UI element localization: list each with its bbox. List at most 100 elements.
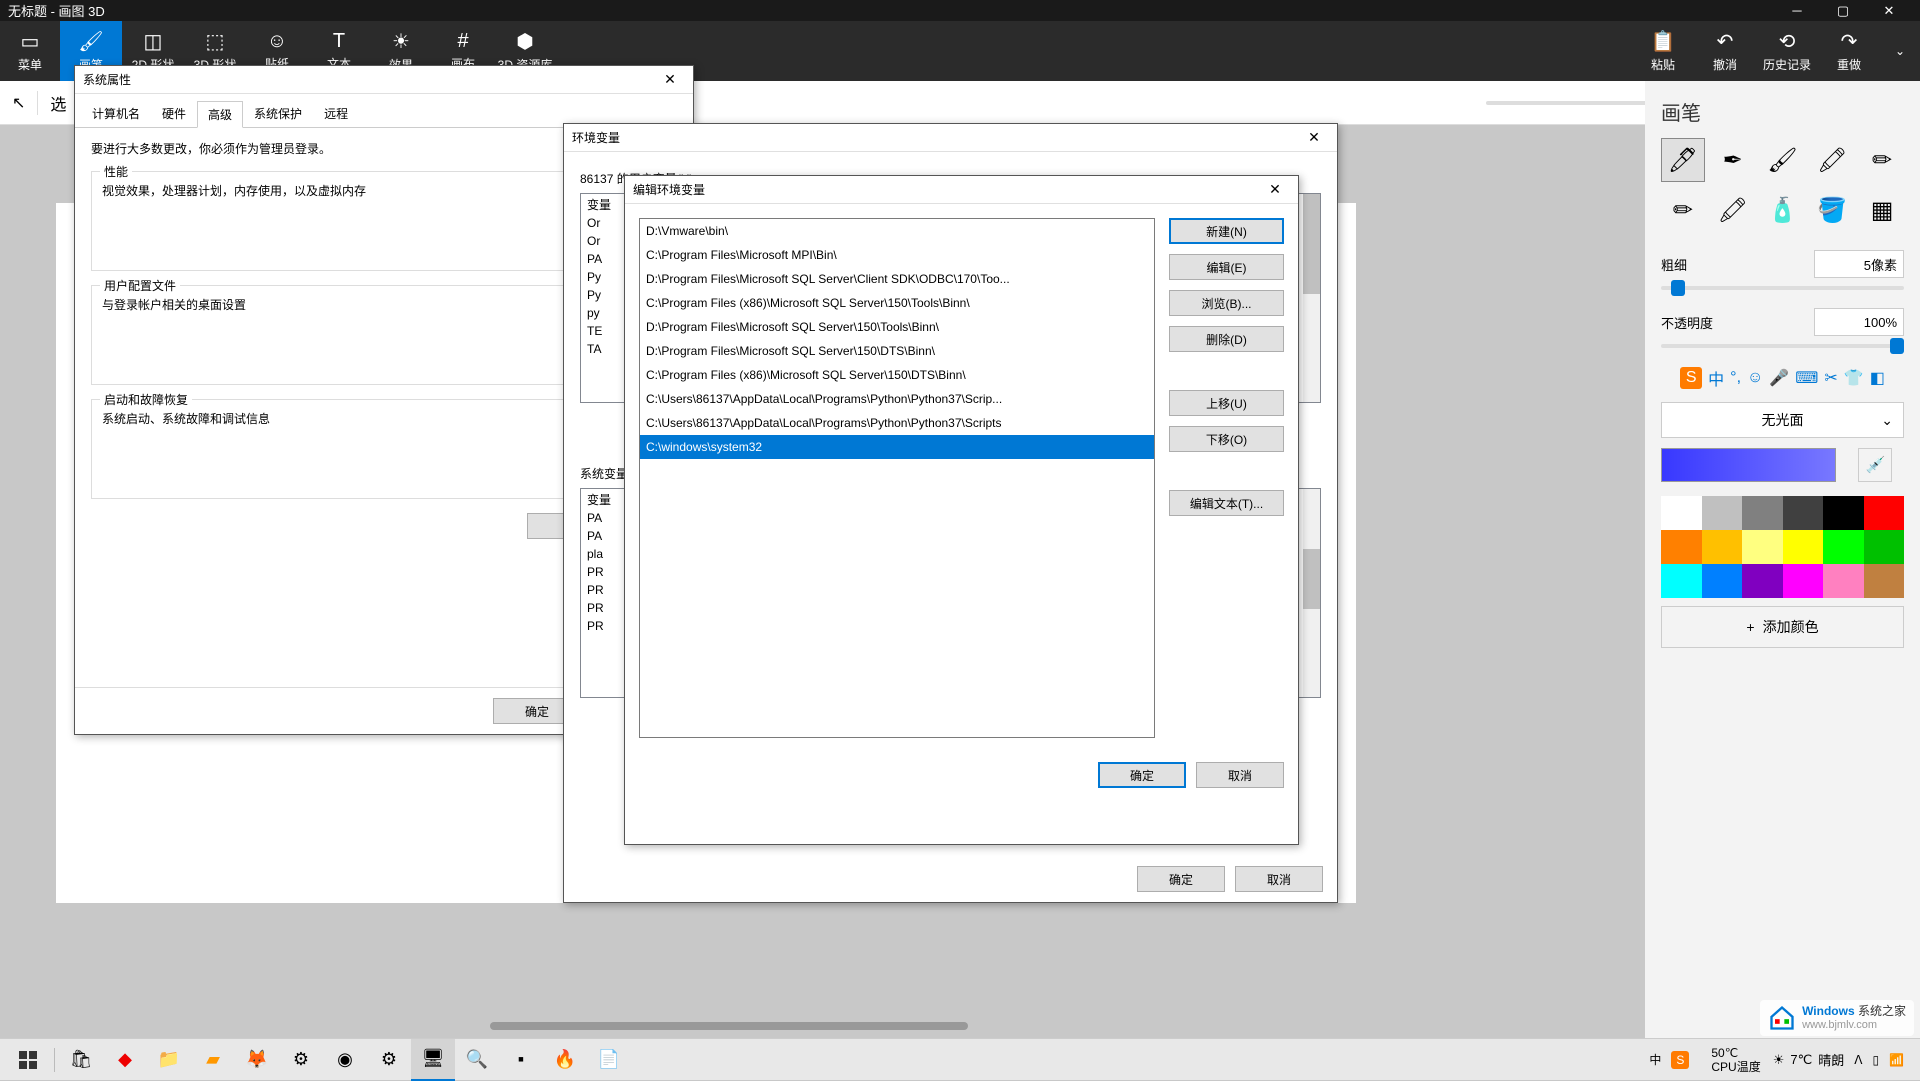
ime-sogou-icon[interactable]: S xyxy=(1680,367,1702,389)
ime-punct[interactable]: °, xyxy=(1730,369,1741,387)
brush-watercolor[interactable]: 🖍 xyxy=(1810,138,1854,182)
envparent-cancel[interactable]: 取消 xyxy=(1235,866,1323,892)
canvas-scrollbar-horizontal[interactable] xyxy=(490,1022,968,1030)
palette-swatch[interactable] xyxy=(1702,496,1743,530)
brush-marker[interactable]: 🖊 xyxy=(1661,138,1705,182)
palette-swatch[interactable] xyxy=(1742,564,1783,598)
brush-crayon[interactable]: 🖍 xyxy=(1711,188,1755,232)
ribbon-redo[interactable]: ↷重做 xyxy=(1818,21,1880,81)
palette-swatch[interactable] xyxy=(1702,564,1743,598)
ime-lang[interactable]: 中 xyxy=(1708,366,1724,390)
ime-keyboard[interactable]: ⌨ xyxy=(1795,368,1818,388)
taskbar-sublime[interactable]: ▰ xyxy=(191,1039,235,1081)
path-item[interactable]: C:\Users\86137\AppData\Local\Programs\Py… xyxy=(640,411,1154,435)
ime-skin[interactable]: 👕 xyxy=(1844,368,1864,388)
taskbar-explorer[interactable]: 📁 xyxy=(147,1039,191,1081)
ime-emoji[interactable]: ☺ xyxy=(1747,369,1763,387)
palette-swatch[interactable] xyxy=(1661,564,1702,598)
path-item[interactable]: D:\Program Files\Microsoft SQL Server\Cl… xyxy=(640,267,1154,291)
editenv-cancel[interactable]: 取消 xyxy=(1196,762,1284,788)
brush-eraser[interactable]: ✏ xyxy=(1661,188,1705,232)
palette-swatch[interactable] xyxy=(1864,564,1905,598)
browse-button[interactable]: 浏览(B)... xyxy=(1169,290,1284,316)
tab-computer-name[interactable]: 计算机名 xyxy=(81,100,151,127)
palette-swatch[interactable] xyxy=(1783,530,1824,564)
taskbar-magnifier[interactable]: 🔍 xyxy=(455,1039,499,1081)
envparent-ok[interactable]: 确定 xyxy=(1137,866,1225,892)
editenv-ok[interactable]: 确定 xyxy=(1098,762,1186,788)
brush-calligraphy[interactable]: ✒ xyxy=(1711,138,1755,182)
palette-swatch[interactable] xyxy=(1702,530,1743,564)
close-button[interactable]: ✕ xyxy=(1866,0,1912,21)
tab-remote[interactable]: 远程 xyxy=(313,100,359,127)
move-down-button[interactable]: 下移(O) xyxy=(1169,426,1284,452)
ribbon-undo[interactable]: ↶撤消 xyxy=(1694,21,1756,81)
editenv-close[interactable]: ✕ xyxy=(1260,181,1290,198)
path-item[interactable]: D:\Vmware\bin\ xyxy=(640,219,1154,243)
ime-mic[interactable]: 🎤 xyxy=(1769,368,1789,388)
path-item[interactable]: C:\Program Files (x86)\Microsoft SQL Ser… xyxy=(640,291,1154,315)
tray-ime-icon[interactable]: S xyxy=(1671,1051,1689,1069)
weather-widget[interactable]: ☀ 7℃ 晴朗 xyxy=(1773,1050,1845,1069)
thickness-slider[interactable] xyxy=(1661,286,1904,290)
select-tool[interactable]: 选 xyxy=(50,91,66,115)
eyedropper-button[interactable]: 💉 xyxy=(1858,448,1892,482)
tab-system-protection[interactable]: 系统保护 xyxy=(243,100,313,127)
ribbon-history[interactable]: ⟲历史记录 xyxy=(1756,21,1818,81)
tray-lang[interactable]: 中 xyxy=(1649,1051,1661,1068)
tray-wifi-icon[interactable]: 📶 xyxy=(1889,1053,1904,1067)
path-item[interactable]: D:\Program Files\Microsoft SQL Server\15… xyxy=(640,315,1154,339)
palette-swatch[interactable] xyxy=(1661,530,1702,564)
opacity-slider[interactable] xyxy=(1661,344,1904,348)
palette-swatch[interactable] xyxy=(1823,564,1864,598)
thickness-input[interactable] xyxy=(1814,250,1904,278)
taskbar-sysprops[interactable]: 🖥 xyxy=(411,1039,455,1081)
sysprops-close[interactable]: ✕ xyxy=(655,71,685,88)
tray-battery-icon[interactable]: ▯ xyxy=(1872,1053,1879,1067)
ribbon-collapse[interactable]: ⌄ xyxy=(1880,21,1920,81)
palette-swatch[interactable] xyxy=(1783,496,1824,530)
palette-swatch[interactable] xyxy=(1823,530,1864,564)
taskbar-terminal[interactable]: ▪ xyxy=(499,1039,543,1081)
maximize-button[interactable]: ▢ xyxy=(1820,0,1866,21)
finish-dropdown[interactable]: 无光面 xyxy=(1661,402,1904,438)
taskbar-store[interactable]: 🛍 xyxy=(59,1039,103,1081)
palette-swatch[interactable] xyxy=(1864,496,1905,530)
path-item[interactable]: C:\Program Files (x86)\Microsoft SQL Ser… xyxy=(640,363,1154,387)
tab-advanced[interactable]: 高级 xyxy=(197,101,243,128)
palette-swatch[interactable] xyxy=(1742,530,1783,564)
new-button[interactable]: 新建(N) xyxy=(1169,218,1284,244)
palette-swatch[interactable] xyxy=(1783,564,1824,598)
path-item[interactable]: C:\Program Files\Microsoft MPI\Bin\ xyxy=(640,243,1154,267)
taskbar-firefox[interactable]: 🦊 xyxy=(235,1039,279,1081)
brush-spray[interactable]: 🧴 xyxy=(1761,188,1805,232)
current-color-swatch[interactable] xyxy=(1661,448,1836,482)
edit-text-button[interactable]: 编辑文本(T)... xyxy=(1169,490,1284,516)
envparent-close[interactable]: ✕ xyxy=(1299,129,1329,146)
ribbon-paste[interactable]: 📋粘贴 xyxy=(1632,21,1694,81)
path-item[interactable]: C:\Users\86137\AppData\Local\Programs\Py… xyxy=(640,387,1154,411)
ime-grid[interactable]: ◧ xyxy=(1870,368,1885,388)
palette-swatch[interactable] xyxy=(1823,496,1864,530)
palette-swatch[interactable] xyxy=(1661,496,1702,530)
minimize-button[interactable]: ─ xyxy=(1774,0,1820,21)
taskbar-circle-app[interactable]: ◉ xyxy=(323,1039,367,1081)
ribbon-menu[interactable]: ▭ 菜单 xyxy=(0,21,60,81)
taskbar-paint3d[interactable]: 🔥 xyxy=(543,1039,587,1081)
delete-button[interactable]: 删除(D) xyxy=(1169,326,1284,352)
opacity-input[interactable] xyxy=(1814,308,1904,336)
brush-oil[interactable]: 🖌 xyxy=(1761,138,1805,182)
taskbar-app-red[interactable]: ◆ xyxy=(103,1039,147,1081)
path-item[interactable]: C:\windows\system32 xyxy=(640,435,1154,459)
edit-button[interactable]: 编辑(E) xyxy=(1169,254,1284,280)
path-list[interactable]: D:\Vmware\bin\C:\Program Files\Microsoft… xyxy=(639,218,1155,738)
brush-fill[interactable]: 🪣 xyxy=(1810,188,1854,232)
palette-swatch[interactable] xyxy=(1864,530,1905,564)
taskbar-misc[interactable]: 📄 xyxy=(587,1039,631,1081)
pointer-tool[interactable]: ↖ xyxy=(12,93,25,113)
ime-scissors[interactable]: ✂ xyxy=(1824,368,1837,388)
taskbar-settings[interactable]: ⚙ xyxy=(367,1039,411,1081)
move-up-button[interactable]: 上移(U) xyxy=(1169,390,1284,416)
add-color-button[interactable]: +添加颜色 xyxy=(1661,606,1904,648)
brush-pencil[interactable]: ✏ xyxy=(1860,138,1904,182)
